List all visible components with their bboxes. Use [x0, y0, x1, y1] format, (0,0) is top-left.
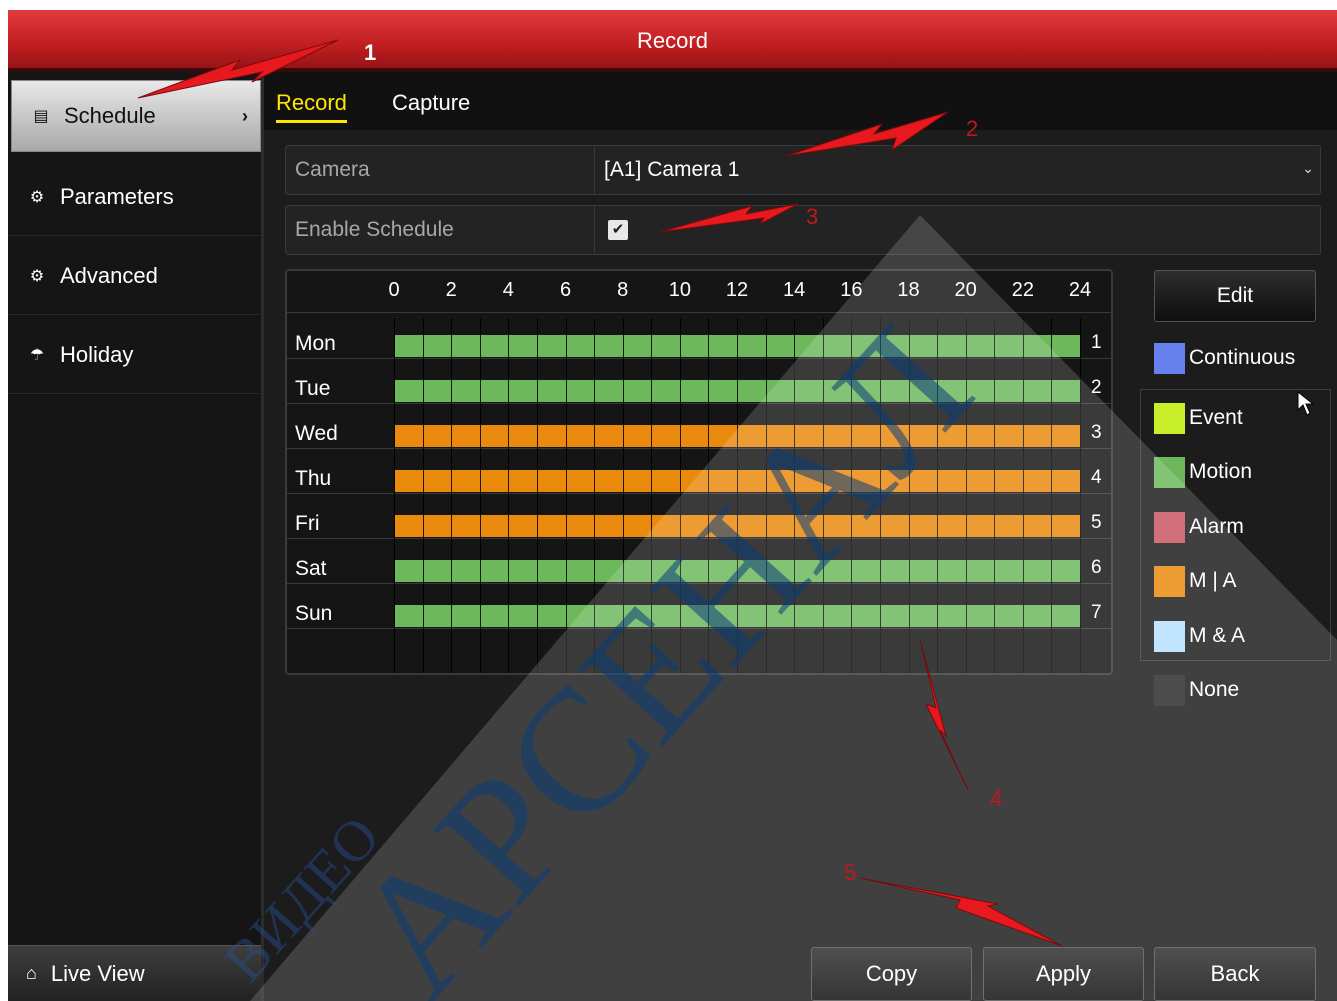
sidebar-item-label: Parameters: [60, 183, 174, 209]
hour-label: 18: [897, 279, 920, 301]
legend-item-none[interactable]: None: [1154, 672, 1239, 708]
row-number: 1: [1091, 332, 1102, 353]
sidebar: ▤ Schedule › ⚙ Parameters ⚙ Advanced ☂ H…: [8, 72, 264, 1001]
day-label: Mon: [295, 332, 336, 355]
enable-schedule-label: Enable Schedule: [286, 206, 595, 254]
legend-swatch: [1154, 511, 1185, 543]
legend-item-alarm[interactable]: Alarm: [1154, 509, 1244, 545]
copy-button[interactable]: Copy: [811, 947, 972, 1001]
chevron-down-icon[interactable]: ⌄: [1302, 160, 1314, 177]
camera-select[interactable]: [A1] Camera 1: [604, 146, 739, 194]
hour-label: 10: [668, 279, 691, 301]
legend-swatch: [1154, 402, 1185, 434]
sidebar-item-label: Holiday: [60, 341, 134, 367]
hour-label: 14: [783, 279, 806, 301]
day-label: Sat: [295, 557, 327, 580]
sidebar-item-schedule[interactable]: ▤ Schedule ›: [11, 80, 261, 152]
legend-label: Alarm: [1189, 515, 1244, 538]
enable-schedule-row: Enable Schedule ✔: [285, 205, 1321, 255]
sidebar-item-label: Advanced: [60, 262, 158, 288]
hour-label: 22: [1011, 279, 1034, 301]
day-label: Fri: [295, 512, 320, 535]
row-number: 4: [1091, 467, 1102, 488]
apply-button[interactable]: Apply: [983, 947, 1144, 1001]
hour-label: 12: [725, 279, 749, 301]
window-title: Record: [637, 28, 708, 53]
row-number: 7: [1091, 602, 1102, 623]
sidebar-item-holiday[interactable]: ☂ Holiday: [8, 316, 261, 394]
sidebar-item-label: Schedule: [64, 103, 156, 128]
hour-label: 8: [617, 279, 629, 301]
tab-bar: Record Capture: [264, 72, 1337, 130]
schedule-grid[interactable]: 0 2 4 6 8 10 12 14 16 18 20 22 24 Mon 1 Tue 2 Wed 3 Thu 4 Fri…: [285, 269, 1113, 675]
row-number: 6: [1091, 557, 1102, 578]
tab-capture[interactable]: Capture: [392, 90, 470, 120]
sidebar-item-parameters[interactable]: ⚙ Parameters: [8, 158, 261, 236]
legend-swatch: [1154, 456, 1185, 488]
day-label: Wed: [295, 422, 338, 445]
enable-schedule-checkbox[interactable]: ✔: [608, 220, 628, 240]
live-view-button[interactable]: ⌂ Live View: [8, 945, 261, 1001]
legend-label: M & A: [1189, 624, 1246, 647]
home-icon: ⌂: [26, 963, 37, 983]
hour-label: 24: [1068, 279, 1092, 301]
hour-label: 20: [954, 279, 977, 301]
legend-label: M | A: [1189, 569, 1237, 592]
camera-label: Camera: [286, 146, 595, 194]
umbrella-icon: ☂: [29, 346, 45, 364]
legend-label: None: [1189, 678, 1240, 701]
hour-label: 16: [840, 279, 863, 301]
edit-button[interactable]: Edit: [1154, 270, 1316, 322]
live-view-label: Live View: [50, 960, 145, 986]
hour-label: 2: [445, 279, 457, 301]
record-window: Record ▤ Schedule › ⚙ Parameters ⚙ Advan…: [8, 10, 1337, 1001]
legend-swatch: [1154, 620, 1185, 652]
hour-label: 0: [388, 279, 400, 301]
legend-item-m-a[interactable]: M | A: [1154, 563, 1236, 599]
sidebar-item-advanced[interactable]: ⚙ Advanced: [8, 237, 261, 315]
calendar-icon: ▤: [33, 108, 49, 125]
camera-row: Camera [A1] Camera 1 ⌄: [285, 145, 1321, 195]
legend-swatch: [1154, 674, 1185, 706]
row-number: 2: [1091, 377, 1102, 398]
day-label: Tue: [295, 377, 331, 400]
day-label: Thu: [295, 467, 332, 490]
legend-swatch: [1154, 342, 1185, 374]
legend-item-motion[interactable]: Motion: [1154, 454, 1252, 490]
legend-label: Continuous: [1189, 346, 1296, 369]
legend-label: Motion: [1189, 460, 1253, 483]
legend-swatch: [1154, 565, 1185, 597]
tab-record[interactable]: Record: [276, 90, 347, 123]
gear-icon: ⚙: [29, 188, 45, 206]
hour-label: 6: [559, 279, 572, 301]
hour-label: 4: [502, 279, 514, 301]
legend-label: Event: [1189, 406, 1243, 429]
legend-item-event[interactable]: Event: [1154, 400, 1243, 436]
title-bar: Record: [8, 10, 1337, 72]
legend-item-continuous[interactable]: Continuous: [1154, 340, 1295, 376]
day-label: Sun: [295, 602, 333, 625]
back-button[interactable]: Back: [1154, 947, 1316, 1001]
chevron-right-icon: ›: [242, 105, 248, 126]
gears-icon: ⚙: [29, 267, 45, 285]
row-number: 3: [1091, 422, 1102, 443]
row-number: 5: [1091, 512, 1102, 533]
legend-item-m-a[interactable]: M & A: [1154, 618, 1245, 654]
